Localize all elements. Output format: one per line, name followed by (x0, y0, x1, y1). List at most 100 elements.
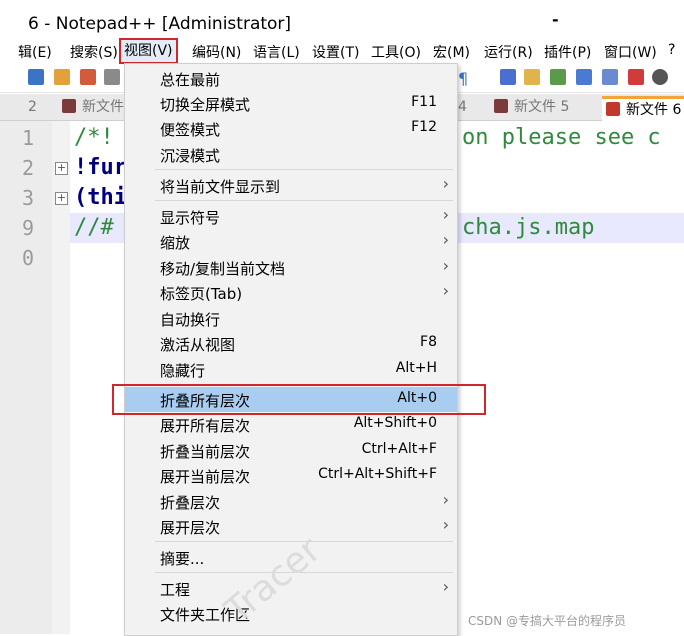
menu-encoding[interactable]: 编码(N) (192, 42, 241, 62)
title-bar: 6 - Notepad++ [Administrator] - (0, 0, 684, 40)
tab-new-file-6[interactable]: 新文件 6 (602, 96, 684, 121)
menu-separator (155, 200, 453, 201)
menu-item-show-symbol[interactable]: 显示符号 › (125, 204, 457, 229)
fold-expand-icon[interactable]: + (55, 162, 68, 175)
menu-item-hide-lines[interactable]: 隐藏行 Alt+H (125, 357, 457, 382)
fold-expand-icon[interactable]: + (55, 192, 68, 205)
csdn-watermark: CSDN @专搞大平台的程序员 (468, 614, 627, 628)
menu-window[interactable]: 窗口(W) (604, 42, 657, 62)
tab-4[interactable]: 4 (458, 96, 467, 118)
code-line: (thi (74, 185, 127, 210)
code-line: //# (74, 215, 114, 240)
menu-item-fullscreen[interactable]: 切换全屏模式 F11 (125, 91, 457, 116)
menu-item-label: 显示符号 (160, 209, 221, 227)
save-icon (494, 99, 508, 113)
menu-item-label: 工程 (160, 581, 191, 599)
menu-item-label: 折叠当前层次 (160, 443, 251, 461)
folder-icon[interactable] (524, 69, 540, 85)
menu-item-label: 标签页(Tab) (160, 285, 243, 303)
menu-item-label: 自动换行 (160, 311, 221, 329)
submenu-arrow-icon: › (442, 256, 449, 275)
code-line: /*! (74, 125, 114, 150)
menu-item-distraction-free[interactable]: 沉浸模式 (125, 142, 457, 167)
menu-language[interactable]: 语言(L) (253, 42, 300, 62)
submenu-arrow-icon: › (442, 230, 449, 249)
menu-view[interactable]: 视图(V) (119, 38, 178, 64)
menu-item-label: 展开当前层次 (160, 468, 251, 486)
menu-item-focus-other-view[interactable]: 激活从视图 F8 (125, 331, 457, 356)
print-icon[interactable] (104, 69, 120, 85)
save-icon[interactable] (80, 69, 96, 85)
menu-item-postit[interactable]: 便签模式 F12 (125, 116, 457, 141)
submenu-arrow-icon: › (442, 205, 449, 224)
menu-item-zoom[interactable]: 缩放 › (125, 229, 457, 254)
minimize-button[interactable]: - (552, 10, 559, 29)
menu-item-unfold-level[interactable]: 展开层次 › (125, 514, 457, 539)
menu-item-always-on-top[interactable]: 总在最前 (125, 66, 457, 91)
menu-item-label: 激活从视图 (160, 336, 236, 354)
menu-item-shortcut: F11 (411, 94, 437, 110)
tab-new-file-5[interactable]: 新文件 5 (494, 96, 569, 118)
menu-item-label: 缩放 (160, 234, 191, 252)
menu-item-move-clone-document[interactable]: 移动/复制当前文档 › (125, 255, 457, 280)
tab-label: 新文件 (82, 99, 124, 115)
menu-item-shortcut: F8 (420, 334, 437, 350)
indent-guide-icon[interactable] (500, 69, 516, 85)
menu-item-fold-current[interactable]: 折叠当前层次 Ctrl+Alt+F (125, 438, 457, 463)
menu-item-label: 将当前文件显示到 (160, 178, 281, 196)
menu-tools[interactable]: 工具(O) (371, 42, 421, 62)
menu-item-label: 移动/复制当前文档 (160, 260, 286, 278)
monitor-icon[interactable] (602, 69, 618, 85)
window-title: 6 - Notepad++ [Administrator] (28, 14, 292, 34)
code-line-tail: cha.js.map (462, 215, 595, 240)
menu-item-shortcut: F12 (411, 119, 437, 135)
tab-new-file[interactable]: 新文件 (62, 96, 124, 118)
save-icon (606, 102, 620, 116)
menu-item-view-current-file-in[interactable]: 将当前文件显示到 › (125, 173, 457, 198)
new-file-icon[interactable] (28, 69, 44, 85)
code-line: !fur (74, 155, 127, 180)
menu-item-label: 便签模式 (160, 121, 221, 139)
code-line-tail: on please see c (462, 125, 661, 150)
menu-item-word-wrap[interactable]: 自动换行 (125, 306, 457, 331)
submenu-arrow-icon: › (442, 577, 449, 596)
menu-item-tab[interactable]: 标签页(Tab) › (125, 280, 457, 305)
record-macro-icon[interactable] (628, 69, 644, 85)
doc-map-icon[interactable] (550, 69, 566, 85)
menu-item-label: 折叠层次 (160, 494, 221, 512)
menu-search[interactable]: 搜索(S) (70, 42, 118, 62)
menu-run[interactable]: 运行(R) (484, 42, 533, 62)
menu-item-shortcut: Ctrl+Alt+F (361, 441, 437, 457)
line-number: 1 (22, 126, 35, 150)
menu-edit[interactable]: 辑(E) (18, 42, 52, 62)
function-list-icon[interactable] (576, 69, 592, 85)
menu-item-shortcut: Ctrl+Alt+Shift+F (318, 466, 437, 482)
annotation-highlight-box (112, 384, 486, 415)
submenu-arrow-icon: › (442, 515, 449, 534)
line-number: 0 (22, 246, 35, 270)
menu-macro[interactable]: 宏(M) (433, 42, 470, 62)
pilcrow-icon[interactable]: ¶ (458, 69, 474, 88)
submenu-arrow-icon: › (442, 281, 449, 300)
submenu-arrow-icon: › (442, 490, 449, 509)
stop-macro-icon[interactable] (652, 69, 668, 85)
tab-2[interactable]: 2 (28, 96, 37, 118)
menu-separator (155, 169, 453, 170)
menu-plugins[interactable]: 插件(P) (544, 42, 591, 62)
menu-item-fold-level[interactable]: 折叠层次 › (125, 489, 457, 514)
menu-item-label: 展开所有层次 (160, 417, 251, 435)
menu-item-label: 切换全屏模式 (160, 96, 251, 114)
menu-item-unfold-current[interactable]: 展开当前层次 Ctrl+Alt+Shift+F (125, 463, 457, 488)
menu-settings[interactable]: 设置(T) (312, 42, 359, 62)
line-number: 3 (22, 186, 35, 210)
save-icon (62, 99, 76, 113)
menu-item-label: 摘要... (160, 550, 205, 568)
menu-help[interactable]: ? (668, 42, 675, 58)
menu-item-label: 展开层次 (160, 519, 221, 537)
tab-label: 新文件 5 (514, 99, 570, 115)
open-file-icon[interactable] (54, 69, 70, 85)
menu-item-unfold-all[interactable]: 展开所有层次 Alt+Shift+0 (125, 412, 457, 437)
submenu-arrow-icon: › (442, 174, 449, 193)
menu-item-label: 沉浸模式 (160, 147, 221, 165)
menu-item-folder-as-workspace[interactable]: 文件夹工作区 (125, 601, 457, 626)
